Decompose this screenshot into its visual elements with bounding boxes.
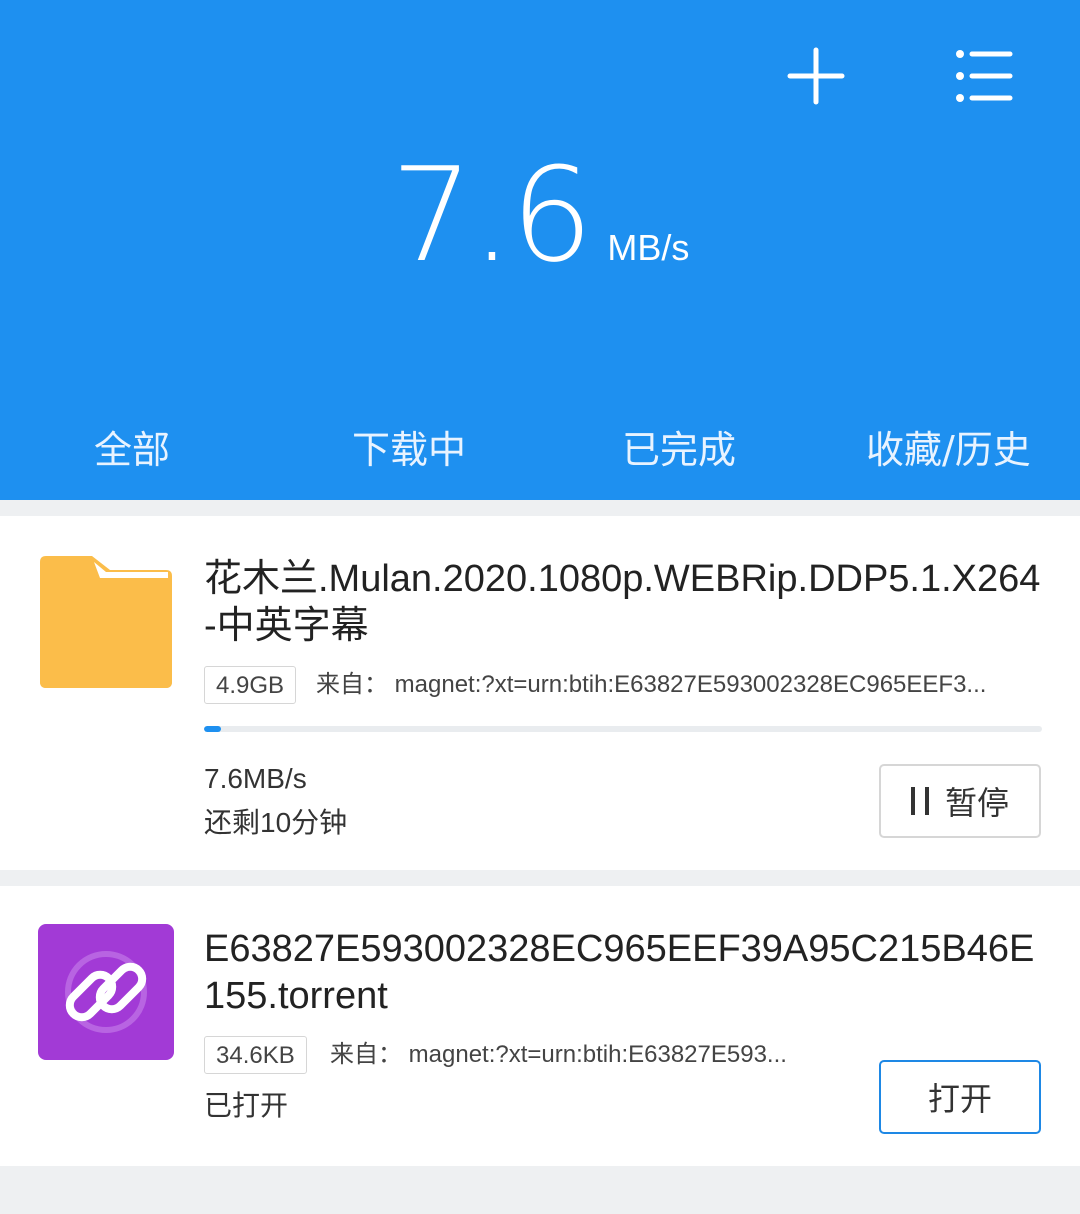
task-title: E63827E593002328EC965EEF39A95C215B46E155… <box>204 928 1035 1017</box>
file-size-badge: 4.9GB <box>204 666 297 704</box>
add-icon[interactable] <box>786 46 846 106</box>
speed-unit: MB/s <box>607 227 690 268</box>
tab-downloading[interactable]: 下载中 <box>352 418 466 482</box>
open-button[interactable]: 打开 <box>879 1060 1041 1134</box>
task-title: 花木兰.Mulan.2020.1080p.WEBRip.DDP5.1.X264-… <box>204 558 1041 647</box>
folder-icon <box>38 554 174 690</box>
pause-button[interactable]: 暂停 <box>879 764 1041 838</box>
pause-button-label: 暂停 <box>944 784 1009 822</box>
app-header: 7.6 MB/s 全部 下载中 已完成 收藏/历史 <box>0 0 1080 500</box>
tab-completed[interactable]: 已完成 <box>622 418 736 482</box>
open-button-label: 打开 <box>927 1080 992 1118</box>
download-task-item[interactable]: E63827E593002328EC965EEF39A95C215B46E155… <box>0 886 1080 1166</box>
pause-icon <box>910 787 929 815</box>
task-remaining-time: 还剩10分钟 <box>204 807 348 838</box>
task-status: 已打开 <box>204 1090 289 1121</box>
task-speed: 7.6MB/s <box>204 763 307 794</box>
link-icon <box>38 924 174 1060</box>
download-task-item[interactable]: 花木兰.Mulan.2020.1080p.WEBRip.DDP5.1.X264-… <box>0 516 1080 870</box>
task-source: 来自： magnet:?xt=urn:btih:E63827E593002328… <box>316 671 987 698</box>
task-source: 来自： magnet:?xt=urn:btih:E63827E593... <box>330 1041 787 1068</box>
tab-all[interactable]: 全部 <box>94 418 170 482</box>
tab-bar: 全部 下载中 已完成 收藏/历史 <box>0 418 1080 482</box>
speed-value: 7.6 <box>390 139 594 291</box>
menu-list-icon[interactable] <box>954 46 1014 106</box>
file-size-badge: 34.6KB <box>204 1036 307 1074</box>
progress-fill <box>204 726 221 732</box>
total-speed: 7.6 MB/s <box>0 150 1080 280</box>
tab-favorites-history[interactable]: 收藏/历史 <box>866 418 1031 482</box>
download-progress-bar <box>204 726 1042 732</box>
